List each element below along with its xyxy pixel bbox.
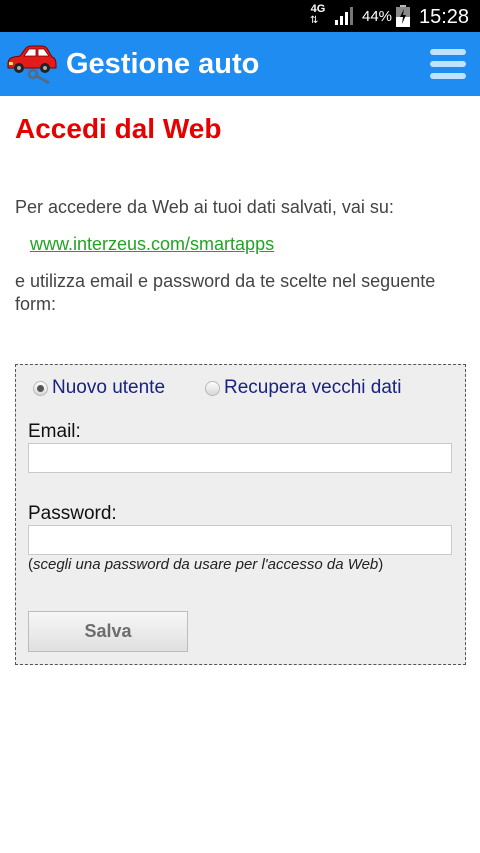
website-link[interactable]: www.interzeus.com/smartapps bbox=[30, 233, 274, 255]
radio-recover-data[interactable]: Recupera vecchi dati bbox=[205, 377, 401, 399]
password-field[interactable] bbox=[28, 525, 452, 555]
app-bar: Gestione auto bbox=[0, 32, 480, 96]
hamburger-menu-icon[interactable] bbox=[424, 44, 470, 84]
email-field[interactable] bbox=[28, 443, 452, 473]
clock: 15:28 bbox=[419, 6, 470, 28]
status-bar: 4G ⇅ 44% 15:28 bbox=[0, 0, 480, 32]
password-hint: (scegli una password da usare per l'acce… bbox=[28, 556, 384, 573]
radio-checked-icon[interactable] bbox=[33, 380, 48, 396]
instructions-text: e utilizza email e password da te scelte… bbox=[15, 271, 436, 314]
radio-recover-data-label[interactable]: Recupera vecchi dati bbox=[224, 377, 401, 399]
password-hint-text: scegli una password da usare per l'acces… bbox=[33, 556, 379, 573]
login-form: Nuovo utente Recupera vecchi dati Email:… bbox=[15, 364, 466, 665]
radio-unchecked-icon[interactable] bbox=[205, 380, 220, 396]
intro-text: Per accedere da Web ai tuoi dati salvati… bbox=[15, 197, 394, 217]
app-title: Gestione auto bbox=[66, 48, 260, 80]
network-type: 4G bbox=[310, 3, 326, 15]
radio-new-user-label[interactable]: Nuovo utente bbox=[52, 377, 165, 399]
battery-charging-icon bbox=[396, 5, 410, 27]
data-arrows-icon: ⇅ bbox=[310, 15, 318, 26]
save-button[interactable]: Salva bbox=[28, 611, 188, 652]
car-wrench-icon bbox=[7, 45, 57, 84]
signal-icon bbox=[335, 7, 353, 25]
battery-percent: 44% bbox=[362, 8, 393, 25]
password-label: Password: bbox=[28, 503, 117, 524]
page-title: Accedi dal Web bbox=[15, 113, 222, 144]
radio-new-user[interactable]: Nuovo utente bbox=[33, 377, 165, 399]
email-label: Email: bbox=[28, 421, 81, 442]
